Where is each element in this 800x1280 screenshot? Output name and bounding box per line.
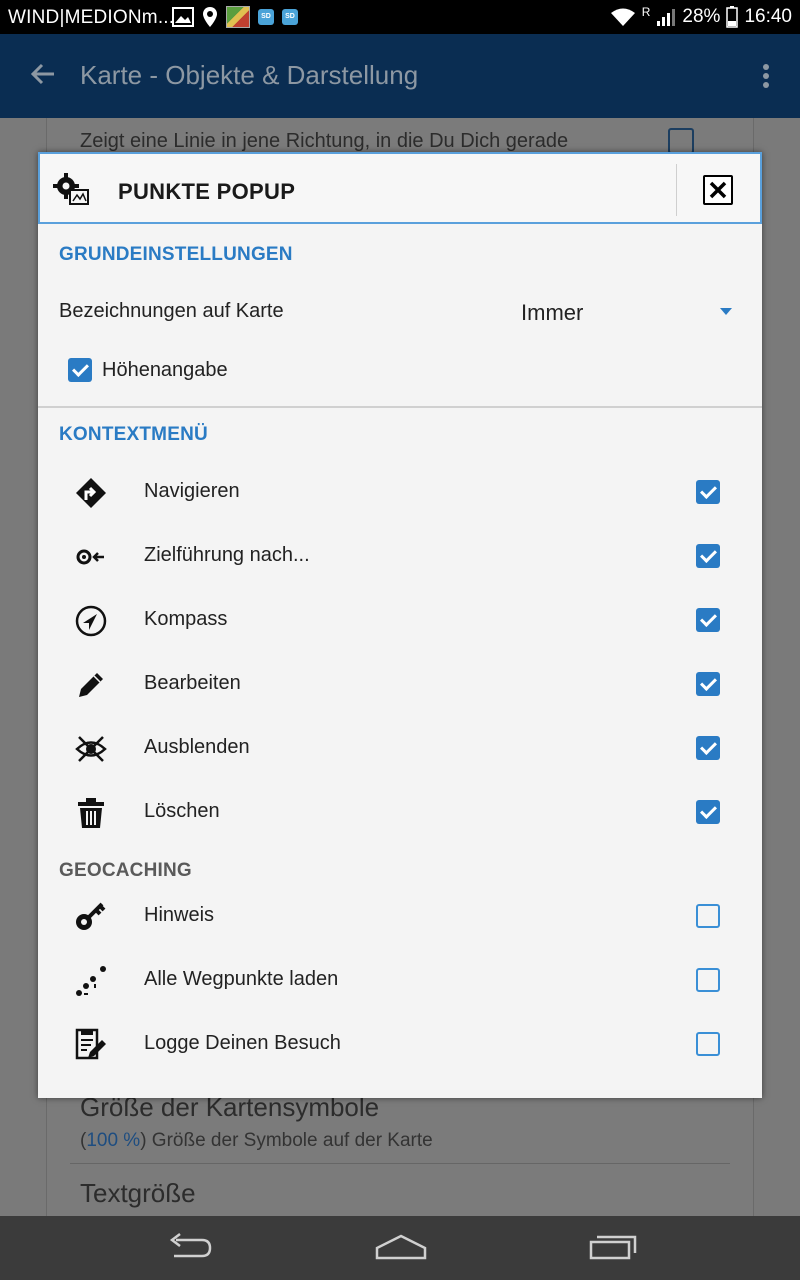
edit-checkbox[interactable] bbox=[696, 672, 720, 696]
battery-percent: 28% bbox=[682, 6, 721, 27]
clock: 16:40 bbox=[744, 6, 792, 27]
log-visit-icon bbox=[75, 1028, 106, 1060]
nav-recents-icon[interactable] bbox=[588, 1232, 638, 1262]
delete-checkbox[interactable] bbox=[696, 800, 720, 824]
nav-home-icon[interactable] bbox=[374, 1232, 428, 1262]
dialog-header: PUNKTE POPUP bbox=[38, 152, 762, 224]
sd-card-icon: SD bbox=[258, 9, 274, 25]
hide-icon bbox=[75, 736, 107, 762]
context-item-delete[interactable]: Löschen bbox=[38, 780, 762, 844]
header-separator bbox=[676, 164, 677, 216]
hide-checkbox[interactable] bbox=[696, 736, 720, 760]
dialog-title: PUNKTE POPUP bbox=[118, 179, 296, 204]
section-divider bbox=[38, 406, 762, 408]
location-icon bbox=[203, 7, 217, 27]
nav-back-icon[interactable] bbox=[166, 1232, 214, 1262]
pencil-icon bbox=[79, 673, 103, 697]
context-item-label: Bearbeiten bbox=[144, 672, 241, 694]
geocaching-item-label: Alle Wegpunkte laden bbox=[144, 968, 339, 990]
context-item-compass[interactable]: Kompass bbox=[38, 588, 762, 652]
app-bar: Karte - Objekte & Darstellung bbox=[0, 34, 800, 118]
compass-checkbox[interactable] bbox=[696, 608, 720, 632]
altitude-checkbox[interactable] bbox=[68, 358, 92, 382]
close-icon bbox=[709, 181, 727, 199]
symbol-size-percent: 100 % bbox=[86, 1130, 141, 1151]
carrier-name: WIND|MEDIONm... bbox=[8, 7, 175, 28]
navigate-checkbox[interactable] bbox=[696, 480, 720, 504]
waypoints-icon bbox=[76, 966, 106, 996]
log-visit-checkbox[interactable] bbox=[696, 1032, 720, 1056]
wifi-icon bbox=[610, 8, 635, 26]
context-item-label: Navigieren bbox=[144, 480, 240, 502]
setting-description: Zeigt eine Linie in jene Richtung, in di… bbox=[80, 130, 569, 152]
context-item-label: Zielführung nach... bbox=[144, 544, 310, 566]
divider bbox=[70, 1163, 730, 1164]
dropdown-arrow-icon[interactable] bbox=[720, 308, 732, 315]
navigate-icon bbox=[76, 478, 106, 508]
status-bar: WIND|MEDIONm... SD SD R 28% 16:40 bbox=[0, 0, 800, 34]
close-button[interactable] bbox=[703, 175, 733, 205]
geocaching-item-label: Hinweis bbox=[144, 904, 215, 926]
roaming-indicator: R bbox=[641, 5, 651, 19]
context-item-guide-to[interactable]: Zielführung nach... bbox=[38, 524, 762, 588]
hint-checkbox[interactable] bbox=[696, 904, 720, 928]
setting-checkbox bbox=[668, 128, 694, 154]
section-header-basic: GRUNDEINSTELLUNGEN bbox=[59, 244, 293, 265]
context-item-label: Kompass bbox=[144, 608, 228, 630]
labels-on-map-dropdown[interactable]: Immer bbox=[521, 300, 583, 326]
settings-map-icon bbox=[53, 173, 89, 205]
points-popup-dialog: PUNKTE POPUP GRUNDEINSTELLUNGEN Bezeichn… bbox=[38, 152, 762, 1098]
section-header-context-menu: KONTEXTMENÜ bbox=[59, 424, 208, 445]
battery-icon bbox=[726, 6, 739, 28]
back-arrow-icon[interactable] bbox=[30, 62, 56, 86]
guide-to-icon bbox=[76, 549, 104, 565]
setting-subtitle-symbol-size: (100 %) Größe der Symbole auf der Karte bbox=[80, 1130, 433, 1151]
setting-title-text-size: Textgröße bbox=[80, 1178, 196, 1208]
section-header-geocaching: GEOCACHING bbox=[59, 860, 192, 881]
geocaching-item-log-visit[interactable]: Logge Deinen Besuch bbox=[38, 1012, 762, 1076]
geocaching-item-load-waypoints[interactable]: Alle Wegpunkte laden bbox=[38, 948, 762, 1012]
guide-to-checkbox[interactable] bbox=[696, 544, 720, 568]
trash-icon bbox=[78, 798, 104, 828]
geocaching-item-label: Logge Deinen Besuch bbox=[144, 1032, 341, 1054]
sd-card-icon-2: SD bbox=[282, 9, 298, 25]
load-waypoints-checkbox[interactable] bbox=[696, 968, 720, 992]
labels-on-map-label: Bezeichnungen auf Karte bbox=[59, 300, 284, 322]
navigation-bar bbox=[0, 1216, 800, 1280]
page-title: Karte - Objekte & Darstellung bbox=[80, 60, 419, 90]
map-app-icon bbox=[226, 6, 250, 28]
context-item-edit[interactable]: Bearbeiten bbox=[38, 652, 762, 716]
overflow-menu-icon[interactable] bbox=[763, 64, 769, 91]
gallery-icon bbox=[172, 7, 194, 27]
altitude-label: Höhenangabe bbox=[102, 359, 228, 381]
geocaching-item-hint[interactable]: Hinweis bbox=[38, 884, 762, 948]
compass-icon bbox=[75, 605, 107, 637]
signal-icon bbox=[657, 9, 676, 26]
context-item-navigate[interactable]: Navigieren bbox=[38, 460, 762, 524]
key-icon bbox=[76, 902, 106, 930]
context-item-hide[interactable]: Ausblenden bbox=[38, 716, 762, 780]
context-item-label: Löschen bbox=[144, 800, 220, 822]
context-item-label: Ausblenden bbox=[144, 736, 250, 758]
